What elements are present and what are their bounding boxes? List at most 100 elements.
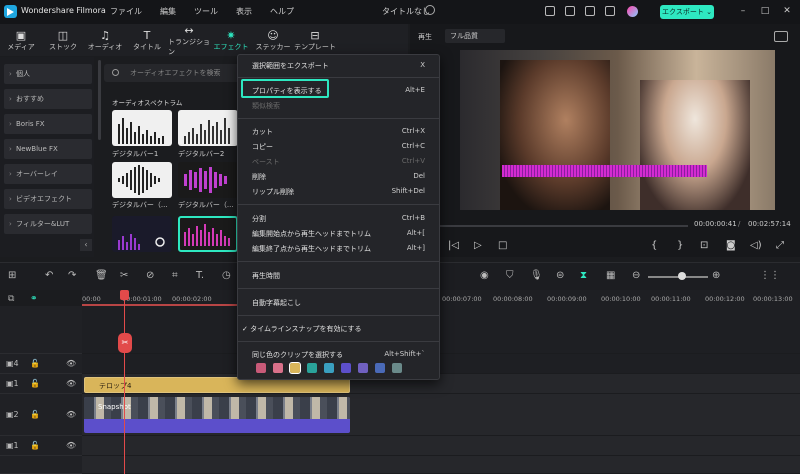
color-swatch[interactable]: [392, 363, 402, 373]
snapshot-icon[interactable]: [774, 31, 788, 42]
layout-icon[interactable]: [545, 6, 555, 16]
export-button[interactable]: エクスポート ⌄: [660, 5, 714, 19]
maximize-icon[interactable]: □: [760, 6, 770, 16]
color-swatch[interactable]: [375, 363, 385, 373]
menu-file[interactable]: ファイル: [110, 6, 142, 17]
menu-edit[interactable]: 編集: [160, 6, 176, 17]
tab-audio[interactable]: ♫ オーディオ: [84, 24, 126, 56]
menu-item-split[interactable]: 分割: [252, 214, 266, 224]
options-icon[interactable]: ⋮⋮: [760, 270, 780, 281]
track-empty[interactable]: [82, 306, 800, 354]
effect-thumb-digitalbar4[interactable]: [178, 162, 238, 198]
step-back-icon[interactable]: |◁: [448, 240, 459, 251]
eye-icon[interactable]: 👁: [66, 441, 76, 450]
sidebar-item-filter-lut[interactable]: フィルター&LUT: [4, 214, 92, 234]
lock-icon[interactable]: 🔓: [30, 441, 40, 450]
playhead-handle[interactable]: [120, 290, 129, 300]
camera-icon[interactable]: ◙: [726, 240, 736, 251]
collapse-sidebar-button[interactable]: ‹: [80, 239, 92, 251]
color-swatch[interactable]: [273, 363, 283, 373]
effect-thumb-spectrum5[interactable]: [112, 216, 172, 252]
info-icon[interactable]: [425, 5, 435, 15]
menu-item-select-same-color[interactable]: 同じ色のクリップを選択する: [252, 350, 343, 360]
crop-icon[interactable]: ⌗: [172, 270, 178, 281]
sidebar-item-recommended[interactable]: おすすめ: [4, 89, 92, 109]
search-input[interactable]: オーディオエフェクトを検索: [104, 64, 242, 82]
color-swatch[interactable]: [324, 363, 334, 373]
tab-sticker[interactable]: ☺ ステッカー: [252, 24, 294, 56]
track-4[interactable]: [82, 354, 800, 374]
link-icon[interactable]: ⚭: [30, 294, 38, 304]
quality-select[interactable]: フル品質: [445, 29, 505, 43]
ai-icon[interactable]: ⊜: [556, 270, 564, 281]
menu-help[interactable]: ヘルプ: [270, 6, 294, 17]
effect-thumb-digitalbar3[interactable]: [112, 162, 172, 198]
picture-icon[interactable]: ▦: [606, 270, 615, 281]
close-icon[interactable]: ✕: [782, 6, 792, 16]
eye-icon[interactable]: 👁: [66, 359, 76, 368]
scissors-icon[interactable]: ✂: [120, 270, 128, 281]
avatar[interactable]: [627, 6, 638, 17]
sidebar-item-video-effects[interactable]: ビデオエフェクト: [4, 189, 92, 209]
tab-title[interactable]: T タイトル: [126, 24, 168, 56]
menu-item-delete[interactable]: 削除: [252, 172, 266, 182]
display-icon[interactable]: ⊡: [700, 240, 708, 251]
lock-icon[interactable]: 🔓: [30, 410, 40, 419]
sidebar-item-newbluefx[interactable]: NewBlue FX: [4, 139, 92, 159]
stop-icon[interactable]: □: [498, 240, 507, 251]
menu-item-auto-subtitle[interactable]: 自動字幕起こし: [252, 298, 301, 308]
split-marker-icon[interactable]: ✂: [118, 333, 132, 353]
delete-icon[interactable]: 🗑: [95, 270, 108, 281]
menu-item-duration[interactable]: 再生時間: [252, 271, 280, 281]
sidebar-item-overlay[interactable]: オーバーレイ: [4, 164, 92, 184]
color-swatch[interactable]: [307, 363, 317, 373]
menu-item-copy[interactable]: コピー: [252, 142, 273, 152]
tab-transition[interactable]: ↔ トランジション: [168, 24, 210, 56]
undo-icon[interactable]: ↶: [45, 270, 53, 281]
sidebar-item-personal[interactable]: 個人: [4, 64, 92, 84]
mark-in-icon[interactable]: {: [651, 240, 657, 251]
color-swatch[interactable]: [341, 363, 351, 373]
effect-thumb-digitalbar1[interactable]: [112, 110, 172, 146]
color-swatch[interactable]: [256, 363, 266, 373]
marker-icon[interactable]: ⛉: [506, 270, 514, 281]
mic-icon[interactable]: 🎙: [530, 270, 543, 281]
redo-icon[interactable]: ↷: [68, 270, 76, 281]
render-icon[interactable]: ◉: [480, 270, 489, 281]
track-1[interactable]: [82, 436, 800, 456]
text-icon[interactable]: T.: [196, 270, 204, 281]
menu-item-ripple-delete[interactable]: リップル削除: [252, 187, 294, 197]
effect-thumb-spectrum6[interactable]: [178, 216, 238, 252]
sidebar-item-borisfx[interactable]: Boris FX: [4, 114, 92, 134]
tab-media[interactable]: ▣ メディア: [0, 24, 42, 56]
play-icon[interactable]: ▷: [474, 240, 482, 251]
track-audio[interactable]: [82, 456, 800, 474]
tab-template[interactable]: ⊟ テンプレート: [294, 24, 336, 56]
eye-icon[interactable]: 👁: [66, 410, 76, 419]
snap-icon[interactable]: ⧗: [580, 270, 587, 281]
menu-view[interactable]: 表示: [236, 6, 252, 17]
volume-icon[interactable]: ◁): [750, 240, 762, 251]
panel-splitter[interactable]: [98, 60, 101, 140]
add-track-icon[interactable]: ⧉: [8, 294, 14, 304]
lock-icon[interactable]: 🔓: [30, 379, 40, 388]
menu-tools[interactable]: ツール: [194, 6, 218, 17]
menu-item-timeline-snap[interactable]: ✓ タイムラインスナップを有効にする: [242, 324, 362, 334]
menu-item-cut[interactable]: カット: [252, 127, 273, 137]
cloud-icon[interactable]: [585, 6, 595, 16]
speed-icon[interactable]: ◷: [222, 270, 231, 281]
tab-stock[interactable]: ◫ ストック: [42, 24, 84, 56]
menu-item-trim-start[interactable]: 編集開始点から再生ヘッドまでトリム: [252, 229, 371, 239]
zoom-slider-handle[interactable]: [678, 272, 686, 280]
tab-effects[interactable]: ✷ エフェクト: [210, 24, 252, 56]
effect-thumb-digitalbar2[interactable]: [178, 110, 238, 146]
menu-item-export-selection[interactable]: 選択範囲をエクスポート: [252, 61, 329, 71]
zoom-in-icon[interactable]: ⊕: [712, 270, 720, 281]
bell-icon[interactable]: [605, 6, 615, 16]
color-swatch[interactable]: [289, 362, 301, 374]
color-swatch[interactable]: [358, 363, 368, 373]
preview-progress[interactable]: [418, 225, 688, 227]
menu-item-trim-end[interactable]: 編集終了点から再生ヘッドまでトリム: [252, 244, 371, 254]
fullscreen-icon[interactable]: ⤢: [776, 240, 784, 251]
eye-icon[interactable]: 👁: [66, 379, 76, 388]
